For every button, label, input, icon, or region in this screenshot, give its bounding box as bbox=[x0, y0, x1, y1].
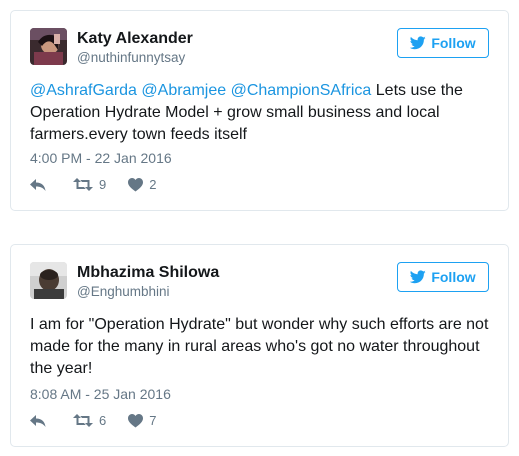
like-count: 2 bbox=[149, 177, 157, 192]
reply-button[interactable] bbox=[30, 414, 50, 428]
retweet-icon bbox=[73, 414, 93, 427]
user-handle[interactable]: @Enghumbhini bbox=[77, 284, 170, 299]
reply-icon bbox=[30, 414, 46, 428]
retweet-count: 9 bbox=[99, 177, 107, 192]
follow-button[interactable]: Follow bbox=[397, 28, 489, 58]
reply-icon bbox=[30, 178, 46, 192]
display-name[interactable]: Katy Alexander bbox=[77, 30, 193, 48]
like-button[interactable]: 7 bbox=[128, 413, 156, 428]
reply-button[interactable] bbox=[30, 178, 50, 192]
mention-link[interactable]: @ChampionSAfrica bbox=[231, 82, 372, 99]
like-count: 7 bbox=[149, 413, 157, 428]
tweet-card: Katy Alexander @nuthinfunnytsay Follow @… bbox=[10, 10, 509, 211]
display-name[interactable]: Mbhazima Shilowa bbox=[77, 264, 219, 282]
heart-icon bbox=[128, 413, 144, 428]
user-handle[interactable]: @nuthinfunnytsay bbox=[77, 50, 185, 65]
timestamp[interactable]: 8:08 AM - 25 Jan 2016 bbox=[30, 386, 171, 402]
twitter-bird-icon bbox=[410, 36, 427, 50]
retweet-button[interactable]: 6 bbox=[73, 413, 106, 428]
tweet-actions: 9 2 bbox=[30, 177, 156, 192]
tweet-card: Mbhazima Shilowa @Enghumbhini Follow I a… bbox=[10, 244, 509, 447]
follow-button[interactable]: Follow bbox=[397, 262, 489, 292]
tweet-text: @AshrafGarda @Abramjee @ChampionSAfrica … bbox=[30, 80, 495, 146]
mention-link[interactable]: @Abramjee bbox=[141, 82, 226, 99]
avatar[interactable] bbox=[30, 28, 67, 65]
timestamp[interactable]: 4:00 PM - 22 Jan 2016 bbox=[30, 150, 172, 166]
retweet-button[interactable]: 9 bbox=[73, 177, 106, 192]
tweet-actions: 6 7 bbox=[30, 413, 156, 428]
heart-icon bbox=[128, 177, 144, 192]
avatar[interactable] bbox=[30, 262, 67, 299]
tweet-text: I am for "Operation Hydrate" but wonder … bbox=[30, 316, 489, 377]
retweet-count: 6 bbox=[99, 413, 107, 428]
like-button[interactable]: 2 bbox=[128, 177, 156, 192]
mention-link[interactable]: @AshrafGarda bbox=[30, 82, 137, 99]
follow-label: Follow bbox=[431, 269, 476, 285]
follow-label: Follow bbox=[431, 35, 476, 51]
twitter-bird-icon bbox=[410, 270, 427, 284]
retweet-icon bbox=[73, 178, 93, 191]
